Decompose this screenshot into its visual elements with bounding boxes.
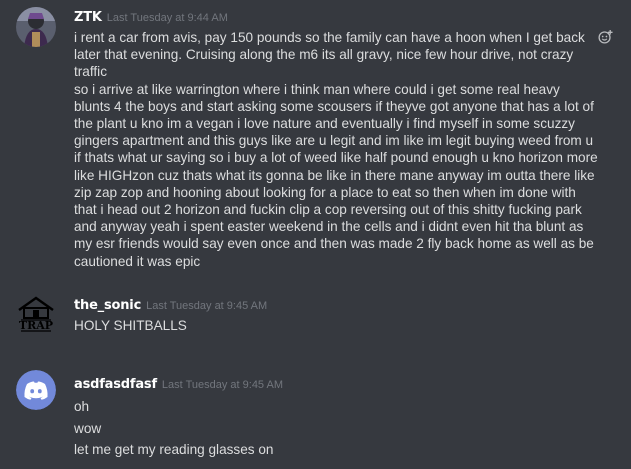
timestamp: Last Tuesday at 9:45 AM (146, 300, 268, 312)
timestamp: Last Tuesday at 9:45 AM (161, 379, 283, 391)
message-line: gingers apartment and this guys like are… (74, 133, 594, 149)
message-line: zip zap zop and hooning about looking fo… (74, 184, 576, 200)
chat-messages: ZTK Last Tuesday at 9:44 AM i rent a car … (0, 0, 631, 469)
user-avatar-ztk[interactable] (16, 7, 56, 47)
message-line: my esr friends would say even once and t… (74, 236, 594, 252)
username[interactable]: asdfasdfasf (74, 377, 157, 392)
message-content: oh wow let me get my reading glasses on (74, 396, 614, 461)
message-line: that i head out 2 horizon and fuckin cli… (74, 202, 582, 218)
message-line: and anyway yeah i spent easter weekend i… (74, 219, 584, 235)
discord-logo-avatar-icon (16, 370, 56, 410)
message-line: HOLY SHITBALLS (74, 318, 187, 333)
message-line: like HIGHzon cuz thats what its gonna be… (74, 167, 595, 183)
message-line: blunts 4 the boys and start asking some … (74, 98, 594, 114)
message-line: later that evening. Cruising along the m… (74, 47, 574, 63)
user-avatar-the-sonic[interactable]: TRAP (16, 294, 56, 334)
trap-house-avatar-icon: TRAP (18, 296, 54, 332)
user-avatar-photo-icon (16, 7, 56, 47)
message-line: if thats what ur saying so i buy a lot o… (74, 150, 598, 166)
message-line: i rent a car from avis, pay 150 pounds s… (74, 30, 585, 45)
message-line: let me get my reading glasses on (74, 442, 274, 457)
message-content: HOLY SHITBALLS (74, 317, 614, 334)
username[interactable]: ZTK (74, 10, 102, 25)
message-line: wow (74, 420, 102, 436)
message-line: traffic (74, 64, 107, 80)
message-line: oh (74, 399, 90, 414)
user-avatar-asdfasdfasf[interactable] (16, 370, 56, 410)
message-line: cautioned it was epic (74, 253, 201, 269)
message-line: the plant u kno im a vegan i love nature… (74, 116, 575, 132)
trap-logo-text: TRAP (19, 319, 53, 332)
message-content: i rent a car from avis, pay 150 pounds s… (74, 29, 614, 270)
timestamp: Last Tuesday at 9:44 AM (106, 12, 228, 24)
message-line: so i arrive at like warrington where i t… (74, 81, 560, 97)
username[interactable]: the_sonic (74, 298, 141, 313)
